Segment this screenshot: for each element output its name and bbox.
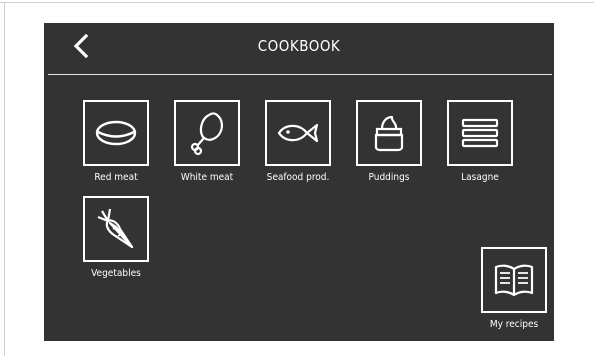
category-seafood[interactable]: Seafood prod. bbox=[263, 100, 333, 183]
steak-icon bbox=[95, 120, 137, 146]
my-recipes-label: My recipes bbox=[489, 319, 539, 330]
category-icon-box bbox=[447, 100, 513, 166]
category-label: Seafood prod. bbox=[266, 172, 330, 183]
category-icon-box bbox=[356, 100, 422, 166]
header-divider bbox=[48, 74, 552, 75]
open-book-icon bbox=[494, 264, 534, 297]
category-label: Red meat bbox=[94, 172, 138, 183]
my-recipes-icon-box bbox=[481, 247, 547, 313]
lasagne-icon bbox=[461, 118, 499, 148]
chicken-leg-icon bbox=[190, 112, 223, 156]
category-label: Vegetables bbox=[91, 268, 141, 279]
category-icon-box bbox=[265, 100, 331, 166]
category-puddings[interactable]: Puddings bbox=[354, 100, 424, 183]
carrot-icon bbox=[97, 208, 134, 249]
category-white-meat[interactable]: White meat bbox=[172, 100, 242, 183]
fish-icon bbox=[277, 123, 319, 143]
category-lasagne[interactable]: Lasagne bbox=[445, 100, 515, 183]
category-red-meat[interactable]: Red meat bbox=[81, 100, 151, 183]
category-label: Lasagne bbox=[461, 172, 499, 183]
category-icon-box bbox=[174, 100, 240, 166]
cookbook-screen: COOKBOOK Red meat White meat Seafood pro… bbox=[44, 23, 554, 341]
my-recipes-button[interactable]: My recipes bbox=[479, 247, 549, 330]
category-vegetables[interactable]: Vegetables bbox=[81, 196, 151, 279]
page-left-border bbox=[4, 2, 5, 356]
page-title: COOKBOOK bbox=[257, 37, 341, 55]
category-icon-box bbox=[83, 100, 149, 166]
category-label: White meat bbox=[180, 172, 234, 183]
category-label: Puddings bbox=[368, 172, 410, 183]
pudding-icon bbox=[374, 115, 404, 152]
category-icon-box bbox=[83, 196, 149, 262]
page-top-border bbox=[0, 2, 594, 3]
